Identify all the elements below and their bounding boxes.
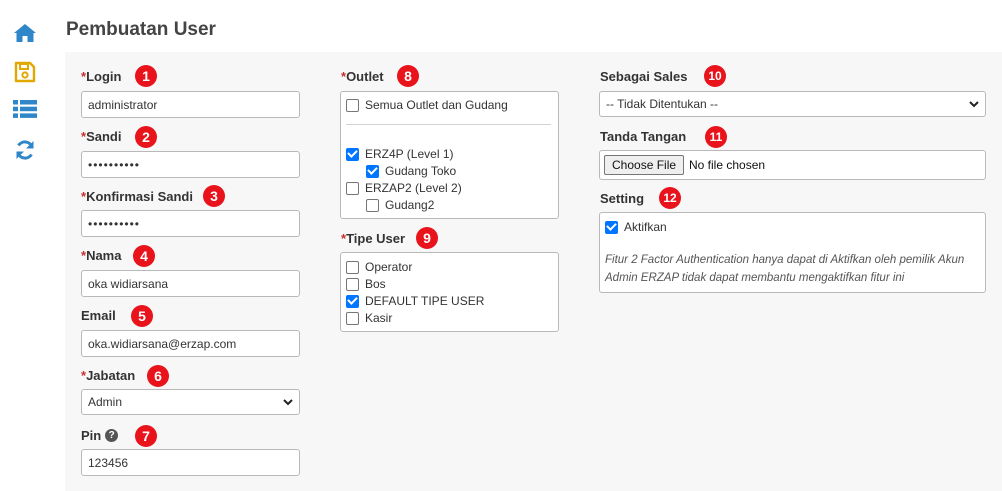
save-button[interactable] — [10, 58, 40, 86]
refresh-button[interactable] — [10, 136, 40, 164]
outlet-item[interactable]: ERZAP2 (Level 2) — [346, 180, 462, 196]
badge-9: 9 — [416, 227, 438, 249]
checkbox[interactable] — [346, 294, 359, 308]
save-icon — [14, 61, 36, 83]
konfirmasi-label-text: Konfirmasi Sandi — [86, 188, 193, 204]
setting-note: Fitur 2 Factor Authentication hanya dapa… — [605, 251, 964, 287]
choose-file-button[interactable]: Choose File — [604, 155, 685, 175]
checkbox[interactable] — [366, 198, 379, 212]
login-label-text: Login — [86, 68, 122, 84]
tipe-user-label: * Tipe User — [341, 229, 405, 247]
badge-2: 2 — [135, 126, 157, 148]
outlet-all-label: Semua Outlet dan Gudang — [365, 98, 508, 112]
list-button[interactable] — [10, 95, 40, 123]
aktifkan-label: Aktifkan — [624, 220, 667, 234]
checkbox[interactable] — [605, 220, 618, 234]
setting-label: Setting — [600, 190, 645, 206]
badge-4: 4 — [133, 245, 155, 267]
sandi-label-text: Sandi — [86, 128, 122, 144]
konfirmasi-label: * Konfirmasi Sandi — [81, 187, 193, 205]
refresh-icon — [16, 140, 34, 160]
jabatan-value: Admin — [88, 395, 123, 409]
sales-select[interactable]: -- Tidak Ditentukan -- — [599, 91, 986, 117]
outlet-label: * Outlet — [341, 67, 384, 85]
sales-value: -- Tidak Ditentukan -- — [606, 97, 719, 111]
tipe-user-item-label: Operator — [365, 260, 413, 274]
divider — [346, 124, 551, 125]
badge-11: 11 — [705, 126, 727, 148]
nama-label-text: Nama — [86, 247, 122, 263]
login-input[interactable] — [81, 91, 300, 118]
login-label: * Login — [81, 67, 121, 85]
outlet-item[interactable]: Gudang2 — [366, 197, 434, 213]
nama-label: * Nama — [81, 246, 121, 264]
jabatan-select[interactable]: Admin — [81, 389, 300, 415]
page-title: Pembuatan User — [66, 19, 216, 40]
chevron-down-icon — [283, 399, 293, 406]
badge-7: 7 — [135, 425, 157, 447]
sidebar — [0, 0, 50, 491]
checkbox[interactable] — [346, 147, 359, 161]
sandi-input[interactable]: •••••••••• — [81, 151, 300, 178]
badge-1: 1 — [135, 65, 157, 87]
email-input[interactable] — [81, 330, 300, 357]
outlet-item[interactable]: ERZ4P (Level 1) — [346, 146, 453, 162]
badge-3: 3 — [203, 185, 225, 207]
pin-label-text: Pin — [81, 427, 102, 443]
badge-8: 8 — [397, 65, 419, 87]
list-icon — [13, 100, 37, 118]
badge-6: 6 — [147, 365, 169, 387]
outlet-item[interactable]: Gudang Toko — [366, 163, 456, 179]
sandi-label: * Sandi — [81, 127, 121, 145]
setting-note-line: Admin ERZAP tidak dapat membantu mengakt… — [605, 272, 905, 284]
pin-label: Pin? — [81, 426, 119, 444]
outlet-item-label: ERZ4P (Level 1) — [365, 147, 454, 161]
tipe-user-label-text: Tipe User — [346, 230, 406, 246]
help-icon[interactable]: ? — [105, 428, 119, 442]
tipe-user-item[interactable]: Operator — [346, 259, 412, 275]
badge-10: 10 — [704, 65, 726, 87]
sales-label: Sebagai Sales — [600, 68, 688, 84]
outlet-item-label: Gudang2 — [385, 198, 435, 212]
badge-5: 5 — [131, 305, 153, 327]
tipe-user-item-label: DEFAULT TIPE USER — [365, 294, 485, 308]
checkbox[interactable] — [366, 164, 379, 178]
outlet-label-text: Outlet — [346, 68, 384, 84]
outlet-all-checkbox[interactable]: Semua Outlet dan Gudang — [346, 97, 508, 113]
jabatan-label: * Jabatan — [81, 366, 135, 384]
home-button[interactable] — [10, 19, 40, 47]
outlet-item-label: ERZAP2 (Level 2) — [365, 181, 462, 195]
chevron-down-icon — [969, 101, 979, 108]
checkbox[interactable] — [346, 181, 359, 195]
checkbox[interactable] — [346, 311, 359, 325]
home-icon — [14, 24, 36, 42]
file-status: No file chosen — [689, 158, 766, 172]
tipe-user-item-label: Bos — [365, 277, 386, 291]
tipe-user-item-label: Kasir — [365, 311, 393, 325]
tipe-user-item[interactable]: Kasir — [346, 310, 392, 326]
konfirmasi-input[interactable]: •••••••••• — [81, 210, 300, 237]
checkbox[interactable] — [346, 260, 359, 274]
checkbox[interactable] — [346, 98, 359, 112]
jabatan-label-text: Jabatan — [86, 367, 136, 383]
tipe-user-item[interactable]: Bos — [346, 276, 386, 292]
setting-note-line: Fitur 2 Factor Authentication hanya dapa… — [605, 254, 965, 266]
aktifkan-checkbox[interactable]: Aktifkan — [605, 219, 667, 235]
email-label: Email — [81, 307, 116, 323]
tipe-user-item[interactable]: DEFAULT TIPE USER — [346, 293, 484, 309]
outlet-item-label: Gudang Toko — [385, 164, 457, 178]
checkbox[interactable] — [346, 277, 359, 291]
badge-12: 12 — [659, 187, 681, 209]
nama-input[interactable] — [81, 270, 300, 297]
signature-label: Tanda Tangan — [600, 128, 687, 144]
pin-input[interactable] — [81, 449, 300, 476]
